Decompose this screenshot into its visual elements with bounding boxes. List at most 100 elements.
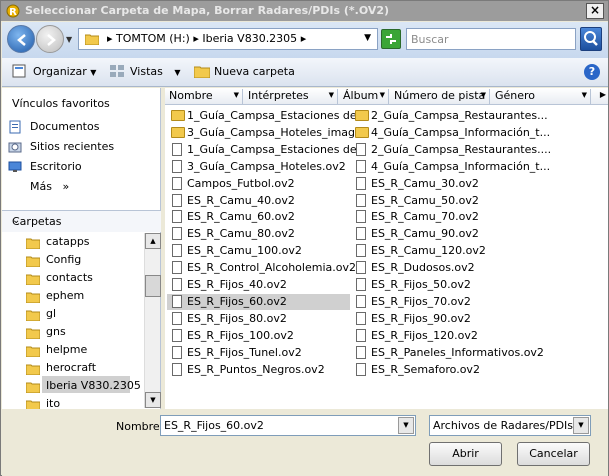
- file-name: ES_R_Semaforo.ov2: [371, 362, 480, 376]
- column-header[interactable]: Número de pista ▼: [390, 89, 490, 104]
- file-list-item[interactable]: ES_R_Camu_30.ov2: [351, 176, 531, 192]
- file-list-item[interactable]: ES_R_Camu_80.ov2: [167, 226, 350, 242]
- file-list-item[interactable]: ES_R_Camu_120.ov2: [351, 243, 531, 259]
- folder-tree-item[interactable]: Config: [46, 253, 81, 266]
- favorites-more[interactable]: Más »: [30, 180, 69, 193]
- folder-tree-item[interactable]: herocraft: [46, 361, 96, 374]
- file-name: 4_Guía_Campsa_Información_t...: [371, 159, 551, 173]
- file-list-item[interactable]: ES_R_Fijos_100.ov2: [167, 328, 350, 344]
- file-list-item[interactable]: ES_R_Dudosos.ov2: [351, 260, 531, 276]
- column-header-label: Número de pista: [394, 89, 486, 102]
- open-button[interactable]: Abrir: [429, 442, 502, 466]
- favorite-documents[interactable]: Documentos: [30, 120, 99, 133]
- folder-tree-item[interactable]: Iberia V830.2305: [46, 379, 141, 392]
- folder-tree-item[interactable]: ephem: [46, 289, 84, 302]
- folder-tree-item[interactable]: gns: [46, 325, 66, 338]
- close-button[interactable]: ×: [586, 3, 604, 19]
- column-filter-dropdown-icon[interactable]: ▼: [234, 91, 239, 99]
- filename-input[interactable]: [164, 418, 392, 433]
- address-crumb-folder[interactable]: Iberia V830.2305: [202, 32, 297, 45]
- file-list-item[interactable]: ES_R_Fijos_90.ov2: [351, 311, 531, 327]
- file-list-item[interactable]: 1_Guía_Campsa_Estaciones de...: [167, 142, 367, 158]
- file-list-item[interactable]: ES_R_Fijos_120.ov2: [351, 328, 531, 344]
- folder-icon: [26, 256, 40, 267]
- address-crumb-drive[interactable]: TOMTOM (H:): [116, 32, 190, 45]
- address-field[interactable]: ▸ TOMTOM (H:) ▸ Iberia V830.2305 ▸ ▼: [78, 28, 378, 50]
- file-list-item[interactable]: Campos_Futbol.ov2: [167, 176, 350, 192]
- column-header[interactable]: Nombre ▼: [165, 89, 243, 104]
- file-list-item[interactable]: 4_Guía_Campsa_Información_t...: [351, 159, 550, 175]
- scroll-thumb[interactable]: [145, 275, 161, 297]
- help-button[interactable]: ?: [584, 64, 600, 80]
- filetype-dropdown-icon[interactable]: ▼: [573, 417, 589, 434]
- folder-tree-item[interactable]: gl: [46, 307, 56, 320]
- file-list-item[interactable]: ES_R_Camu_70.ov2: [351, 209, 531, 225]
- file-icon: [172, 311, 182, 325]
- more-columns-icon[interactable]: ▶: [600, 90, 606, 99]
- file-name: ES_R_Camu_30.ov2: [371, 176, 479, 190]
- filetype-select[interactable]: Archivos de Radares/PDIs (*.OV2) ▼: [429, 415, 591, 436]
- folder-tree-item[interactable]: helpme: [46, 343, 87, 356]
- views-menu[interactable]: Vistas ▼: [130, 65, 181, 78]
- column-filter-dropdown-icon[interactable]: ▼: [582, 91, 587, 99]
- folder-icon: [355, 126, 369, 138]
- folder-tree-item[interactable]: contacts: [46, 271, 93, 284]
- address-dropdown-icon[interactable]: ▼: [364, 33, 371, 43]
- file-list-item[interactable]: ES_R_Camu_50.ov2: [351, 193, 531, 209]
- forward-button[interactable]: [36, 25, 64, 53]
- search-input[interactable]: Buscar: [406, 28, 576, 50]
- filename-dropdown-icon[interactable]: ▼: [398, 417, 414, 434]
- file-list-item[interactable]: ES_R_Fijos_70.ov2: [351, 294, 531, 310]
- recent-pages-dropdown-icon[interactable]: ▼: [66, 35, 72, 44]
- file-name: 3_Guía_Campsa_Hoteles.ov2: [187, 159, 346, 173]
- cancel-button[interactable]: Cancelar: [517, 442, 590, 466]
- back-arrow-icon: [17, 34, 26, 46]
- address-path: ▸ TOMTOM (H:) ▸ Iberia V830.2305 ▸: [107, 32, 306, 45]
- folder-list-item[interactable]: 2_Guía_Campsa_Restaurantes...: [351, 108, 548, 124]
- file-list-item[interactable]: ES_R_Fijos_40.ov2: [167, 277, 350, 293]
- scroll-down-button[interactable]: ▼: [145, 392, 161, 408]
- column-header-label: Intérpretes: [248, 89, 309, 102]
- file-list-item[interactable]: ES_R_Puntos_Negros.ov2: [167, 362, 350, 378]
- column-header[interactable]: Álbum ▼: [339, 89, 389, 104]
- folder-icon: [171, 110, 185, 121]
- folder-list-item[interactable]: 4_Guía_Campsa_Información_t...: [351, 125, 550, 141]
- file-list-item[interactable]: ES_R_Fijos_80.ov2: [167, 311, 350, 327]
- file-name: ES_R_Camu_60.ov2: [187, 210, 295, 224]
- folders-scrollbar[interactable]: ▲ ▼: [144, 233, 161, 408]
- scroll-up-button[interactable]: ▲: [145, 233, 161, 249]
- filetype-value: Archivos de Radares/PDIs (*.OV2): [433, 419, 573, 432]
- folders-header[interactable]: Carpetas ⌄: [2, 210, 161, 232]
- column-filter-dropdown-icon[interactable]: ▼: [481, 91, 486, 99]
- column-filter-dropdown-icon[interactable]: ▼: [380, 91, 385, 99]
- favorite-desktop[interactable]: Escritorio: [30, 160, 82, 173]
- file-list-item[interactable]: ES_R_Semaforo.ov2: [351, 362, 531, 378]
- file-list-item[interactable]: ES_R_Camu_40.ov2: [167, 193, 350, 209]
- file-name: 2_Guía_Campsa_Restaurantes....: [371, 142, 552, 156]
- organize-icon: [12, 64, 26, 78]
- file-list-item[interactable]: ES_R_Camu_100.ov2: [167, 243, 350, 259]
- folder-tree-item[interactable]: catapps: [46, 235, 90, 248]
- organize-menu[interactable]: Organizar ▼: [33, 65, 96, 78]
- file-list-item[interactable]: 2_Guía_Campsa_Restaurantes....: [351, 142, 551, 158]
- file-list-item[interactable]: ES_R_Paneles_Informativos.ov2: [351, 345, 544, 361]
- file-list-item[interactable]: ES_R_Fijos_50.ov2: [351, 277, 531, 293]
- file-list-item[interactable]: ES_R_Camu_60.ov2: [167, 209, 350, 225]
- filename-combobox[interactable]: ▼: [160, 415, 416, 436]
- column-filter-dropdown-icon[interactable]: ▼: [329, 91, 334, 99]
- file-list-item[interactable]: ES_R_Camu_90.ov2: [351, 226, 531, 242]
- back-button[interactable]: [7, 25, 35, 53]
- folder-list-item[interactable]: 3_Guía_Campsa_Hoteles_images: [167, 125, 368, 141]
- folder-icon: [85, 34, 99, 45]
- column-header[interactable]: Intérpretes ▼: [244, 89, 338, 104]
- new-folder-button[interactable]: Nueva carpeta: [214, 65, 295, 78]
- file-list-item[interactable]: ES_R_Fijos_60.ov2: [167, 293, 350, 310]
- file-list-item[interactable]: ES_R_Control_Alcoholemia.ov2: [167, 260, 356, 276]
- file-list-item[interactable]: ES_R_Fijos_Tunel.ov2: [167, 345, 350, 361]
- folder-list-item[interactable]: 1_Guía_Campsa_Estaciones de...: [167, 108, 367, 124]
- search-button[interactable]: [580, 27, 602, 51]
- file-list-item[interactable]: 3_Guía_Campsa_Hoteles.ov2: [167, 159, 350, 175]
- refresh-button[interactable]: [381, 29, 401, 49]
- column-header[interactable]: Género ▼: [491, 89, 591, 104]
- favorite-recent-places[interactable]: Sitios recientes: [30, 140, 114, 153]
